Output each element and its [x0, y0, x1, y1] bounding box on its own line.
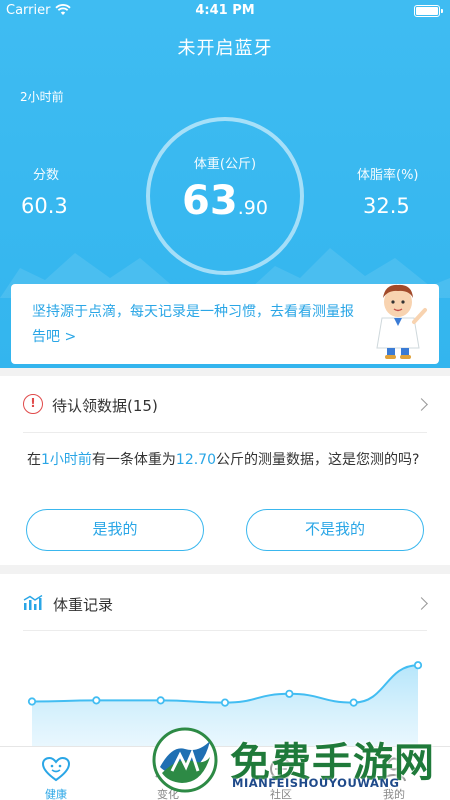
tab-health[interactable]: 健康	[0, 747, 112, 800]
alert-icon: !	[23, 394, 43, 414]
weight-value-integer: 63	[182, 178, 238, 224]
chart-series-line	[31, 664, 419, 704]
divider	[23, 630, 427, 631]
pending-data-header[interactable]: ! 待认领数据(15)	[0, 376, 450, 432]
score-label: 分数	[33, 168, 60, 183]
pending-message-time: 1小时前	[41, 452, 92, 468]
body-fat-value: 32.5	[363, 194, 410, 218]
measured-time-ago: 2小时前	[20, 90, 64, 104]
doctor-illustration-icon	[376, 284, 427, 359]
chart-point[interactable]	[349, 698, 358, 707]
pending-message-prefix: 在	[27, 452, 41, 468]
chart-point[interactable]	[220, 698, 230, 707]
pending-data-card: ! 待认领数据(15) 在1小时前有一条体重为12.70公斤的测量数据，这是您测…	[0, 376, 450, 565]
tab-label: 健康	[45, 788, 67, 800]
chart-point[interactable]	[156, 696, 165, 705]
chart-point[interactable]	[285, 689, 294, 698]
chevron-right-icon	[415, 398, 428, 411]
chart-point[interactable]	[413, 661, 423, 670]
status-bar: Carrier 4:41 PM	[0, 0, 450, 22]
header-panel: Carrier 4:41 PM 未开启蓝牙 2小时前 分数 60.3 体重(公斤…	[0, 0, 450, 368]
pending-message: 在1小时前有一条体重为12.70公斤的测量数据，这是您测的吗?	[27, 448, 427, 473]
pending-data-title: 待认领数据(15)	[52, 397, 158, 415]
weight-record-title[interactable]: 体重记录	[53, 594, 113, 615]
status-time: 4:41 PM	[195, 3, 255, 18]
chevron-right-icon[interactable]	[415, 597, 428, 610]
chart-point[interactable]	[92, 696, 101, 705]
heart-face-icon	[41, 756, 71, 782]
pending-message-weight: 12.70	[175, 452, 217, 468]
pending-message-suffix: 公斤的测量数据，这是您测的吗?	[216, 452, 420, 468]
claim-yes-button[interactable]: 是我的	[26, 509, 204, 551]
claim-no-button[interactable]: 不是我的	[246, 509, 424, 551]
divider	[23, 432, 427, 433]
weight-value-decimal: .90	[237, 197, 268, 219]
pending-message-mid: 有一条体重为	[91, 452, 176, 468]
chart-point[interactable]	[27, 697, 37, 706]
tip-card[interactable]: 坚持源于点滴，每天记录是一种习惯，去看看测量报告吧 >	[11, 284, 439, 364]
weight-value: 63.90	[146, 178, 304, 224]
tip-text[interactable]: 坚持源于点滴，每天记录是一种习惯，去看看测量报告吧 >	[32, 300, 362, 350]
watermark-logo-icon	[152, 727, 218, 793]
watermark-subtext: MIANFEISHOUYOUWANG	[232, 776, 400, 790]
score-value: 60.3	[21, 194, 68, 218]
battery-icon	[414, 5, 443, 17]
bluetooth-status-title[interactable]: 未开启蓝牙	[0, 34, 450, 60]
chart-bars-icon	[23, 595, 43, 610]
weight-label: 体重(公斤)	[193, 157, 257, 172]
body-fat-label: 体脂率(%)	[357, 168, 419, 183]
